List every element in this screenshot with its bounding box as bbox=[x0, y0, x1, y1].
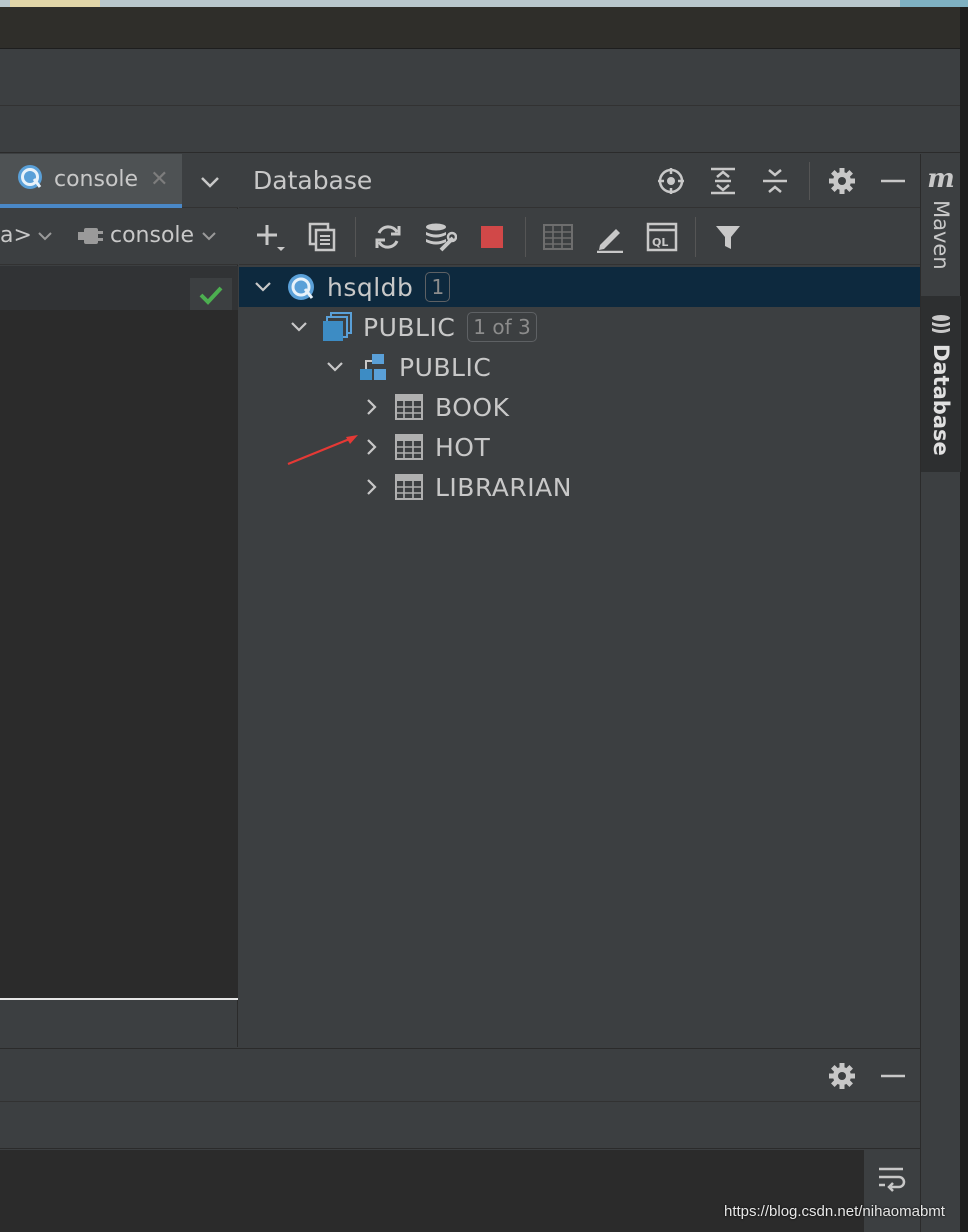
tree-node-label: PUBLIC bbox=[399, 352, 492, 382]
window-edge bbox=[960, 7, 968, 1232]
table-icon bbox=[393, 391, 425, 423]
add-icon[interactable] bbox=[253, 220, 287, 254]
table-icon bbox=[393, 431, 425, 463]
check-icon bbox=[190, 278, 232, 312]
side-tab-maven[interactable]: m Maven bbox=[921, 164, 961, 294]
expand-all-icon[interactable] bbox=[707, 165, 739, 197]
editor-area: console ✕ a> console bbox=[0, 154, 238, 1047]
tree-node-label: hsqldb bbox=[327, 272, 414, 302]
database-icon bbox=[932, 315, 950, 333]
schema-selector-label: a> bbox=[0, 223, 32, 248]
chevron-down-icon bbox=[202, 231, 216, 240]
main-toolbar bbox=[0, 50, 960, 106]
session-selector[interactable]: console bbox=[76, 223, 218, 248]
filter-icon[interactable] bbox=[711, 220, 745, 254]
chevron-down-icon[interactable] bbox=[323, 355, 347, 379]
chevron-down-icon[interactable] bbox=[287, 315, 311, 339]
toolbar-separator bbox=[809, 162, 810, 200]
database-toolbar: QL bbox=[239, 209, 920, 265]
chevron-right-icon[interactable] bbox=[359, 395, 383, 419]
desktop-area bbox=[10, 0, 100, 7]
database-panel-header: Database bbox=[239, 154, 920, 208]
gear-icon[interactable] bbox=[826, 165, 858, 197]
navigation-bar bbox=[0, 107, 960, 153]
duplicate-icon[interactable] bbox=[305, 220, 339, 254]
toolbar-separator bbox=[355, 217, 356, 257]
tree-node-label: LIBRARIAN bbox=[435, 472, 572, 502]
stop-icon[interactable] bbox=[475, 220, 509, 254]
code-editor[interactable] bbox=[0, 310, 238, 1000]
datasource-icon bbox=[16, 163, 44, 195]
panel-title: Database bbox=[253, 166, 373, 195]
tree-node-database[interactable]: PUBLIC 1 of 3 bbox=[239, 307, 920, 347]
bottom-panel-header bbox=[0, 1048, 920, 1102]
schema-icon bbox=[357, 351, 389, 383]
desktop-area bbox=[900, 0, 968, 7]
tree-node-datasource[interactable]: hsqldb 1 bbox=[239, 267, 920, 307]
ql-console-icon[interactable]: QL bbox=[645, 220, 679, 254]
count-badge: 1 bbox=[425, 272, 451, 302]
tree-node-schema[interactable]: PUBLIC bbox=[239, 347, 920, 387]
chevron-right-icon[interactable] bbox=[359, 475, 383, 499]
gear-icon[interactable] bbox=[826, 1060, 858, 1092]
minimize-icon[interactable] bbox=[877, 1060, 909, 1092]
tree-node-table[interactable]: LIBRARIAN bbox=[239, 467, 920, 507]
close-icon[interactable]: ✕ bbox=[150, 167, 168, 192]
tab-label: console bbox=[54, 166, 139, 192]
tree-node-label: HOT bbox=[435, 432, 491, 462]
tree-node-table[interactable]: BOOK bbox=[239, 387, 920, 427]
desktop-background bbox=[0, 0, 968, 7]
side-tab-label: Maven bbox=[929, 200, 953, 270]
locate-icon[interactable] bbox=[655, 165, 687, 197]
tab-console[interactable]: console ✕ bbox=[0, 154, 182, 208]
soft-wrap-icon[interactable] bbox=[876, 1164, 906, 1198]
editor-options-bar: a> console bbox=[0, 209, 238, 265]
count-badge: 1 of 3 bbox=[467, 312, 537, 342]
chevron-down-icon bbox=[38, 231, 52, 240]
table-icon bbox=[393, 471, 425, 503]
watermark-text: https://blog.csdn.net/nihaomabmt bbox=[724, 1203, 945, 1220]
red-arrow-annotation bbox=[287, 435, 358, 466]
side-tab-database[interactable]: Database bbox=[921, 296, 961, 472]
bottom-panel-toolbar bbox=[0, 1103, 920, 1149]
table-view-icon[interactable] bbox=[541, 220, 575, 254]
chevron-down-icon[interactable] bbox=[251, 275, 275, 299]
svg-text:QL: QL bbox=[652, 236, 668, 249]
maven-icon: m bbox=[927, 164, 955, 194]
session-selector-label: console bbox=[110, 223, 195, 248]
database-icon bbox=[321, 311, 353, 343]
tool-window-stripe: m Maven Database bbox=[920, 154, 961, 1232]
tree-node-label: BOOK bbox=[435, 392, 510, 422]
collapse-all-icon[interactable] bbox=[759, 165, 791, 197]
editor-tabs: console ✕ bbox=[0, 154, 238, 208]
minimize-icon[interactable] bbox=[877, 165, 909, 197]
schema-settings-icon[interactable] bbox=[423, 220, 457, 254]
tree-node-label: PUBLIC bbox=[363, 312, 456, 342]
toolbar-separator bbox=[695, 217, 696, 257]
plug-icon bbox=[78, 227, 103, 244]
datasource-icon bbox=[285, 271, 317, 303]
side-tab-label: Database bbox=[929, 344, 953, 456]
chevron-down-icon[interactable] bbox=[196, 168, 224, 196]
refresh-icon[interactable] bbox=[371, 220, 405, 254]
window-titlebar bbox=[0, 7, 960, 49]
edit-icon[interactable] bbox=[593, 220, 627, 254]
database-panel: Database QL hsqldb 1 PUBLIC 1 of 3 PUBLI… bbox=[239, 154, 920, 1047]
schema-selector[interactable]: a> bbox=[0, 223, 54, 248]
toolbar-separator bbox=[525, 217, 526, 257]
